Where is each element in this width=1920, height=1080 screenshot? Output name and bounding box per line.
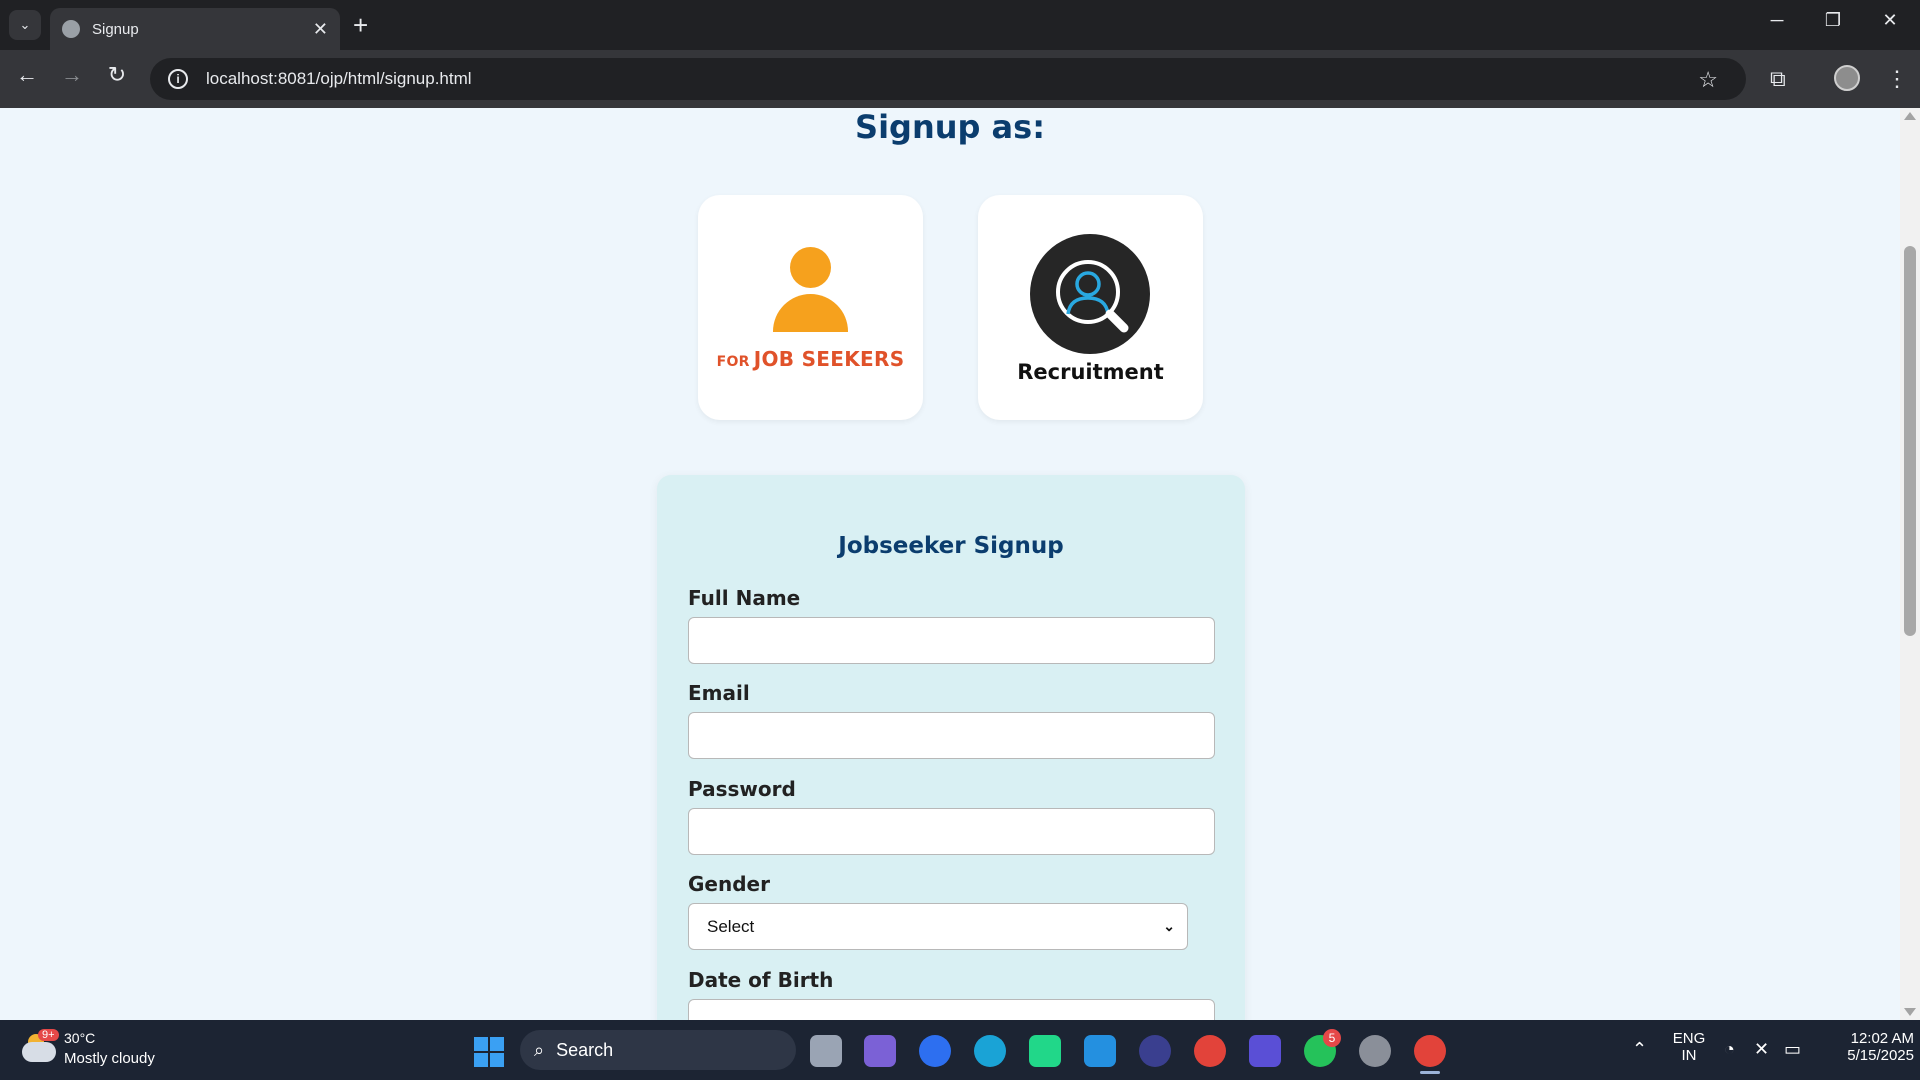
- copilot-icon[interactable]: [864, 1035, 896, 1067]
- search-icon: ⌕: [534, 1039, 545, 1060]
- reload-button[interactable]: ↻: [101, 62, 133, 88]
- chevron-up-icon[interactable]: ⌃: [1632, 1039, 1647, 1060]
- vscode-icon[interactable]: [1084, 1035, 1116, 1067]
- recruitment-role-card[interactable]: Recruitment: [978, 195, 1203, 420]
- jobseeker-role-card[interactable]: FOR JOB SEEKERS: [698, 195, 923, 420]
- close-window-button[interactable]: ✕: [1870, 10, 1910, 31]
- url-text: localhost:8081/ojp/html/signup.html: [206, 69, 472, 88]
- forward-button[interactable]: →: [56, 62, 88, 88]
- wifi-icon[interactable]: ◔: [1724, 1039, 1735, 1060]
- taskbar-search-label: Search: [556, 1039, 614, 1060]
- person-icon-body: [773, 294, 848, 332]
- jobseeker-prefix: FOR: [716, 354, 750, 370]
- active-app-indicator: [1420, 1071, 1440, 1074]
- mute-icon[interactable]: ✕: [1754, 1039, 1769, 1060]
- jobseeker-label: FOR JOB SEEKERS: [698, 347, 923, 371]
- weather-temp: 30°C: [64, 1030, 96, 1046]
- tab-signup[interactable]: Signup ✕: [50, 8, 340, 50]
- weather-badge: 9+: [38, 1029, 59, 1041]
- task-view-icon[interactable]: [810, 1035, 842, 1067]
- battery-icon[interactable]: ▭: [1784, 1039, 1801, 1060]
- gender-label: Gender: [688, 872, 770, 896]
- cloud-icon: [22, 1042, 56, 1062]
- zoom-icon[interactable]: [919, 1035, 951, 1067]
- settings-gear-icon[interactable]: [1359, 1035, 1391, 1067]
- page-scrollbar[interactable]: [1900, 108, 1920, 1020]
- chrome-active-icon[interactable]: [1414, 1035, 1446, 1067]
- jobseeker-label-text: JOB SEEKERS: [753, 347, 905, 371]
- restore-button[interactable]: ❐: [1813, 10, 1853, 31]
- taskbar-search[interactable]: ⌕ Search: [520, 1030, 796, 1070]
- time-text: 12:02 AM: [1850, 1030, 1914, 1047]
- page-viewport: Signup as: FOR JOB SEEKERS Recruitment Jo…: [0, 108, 1900, 1020]
- full-name-label: Full Name: [688, 586, 801, 610]
- weather-condition: Mostly cloudy: [64, 1050, 155, 1067]
- jobseeker-signup-form: Jobseeker Signup Full Name Email Passwor…: [657, 475, 1245, 1020]
- tab-strip: ⌄ Signup ✕ + ─ ❐ ✕: [0, 0, 1920, 50]
- lang-code: ENG: [1672, 1030, 1706, 1047]
- password-label: Password: [688, 777, 796, 801]
- form-title: Jobseeker Signup: [838, 533, 1064, 559]
- gender-select[interactable]: Select ⌄: [688, 903, 1188, 950]
- tab-search-button[interactable]: ⌄: [9, 10, 41, 40]
- dob-input[interactable]: [688, 999, 1215, 1020]
- chevron-down-icon: ⌄: [1163, 918, 1175, 934]
- start-button[interactable]: [474, 1037, 504, 1067]
- email-label: Email: [688, 681, 750, 705]
- language-indicator[interactable]: ENG IN: [1672, 1030, 1706, 1064]
- recruitment-label: Recruitment: [1017, 360, 1164, 384]
- clock[interactable]: 12:02 AM 5/15/2025: [1818, 1030, 1914, 1064]
- extensions-icon[interactable]: ⧉: [1770, 66, 1786, 92]
- scroll-down-arrow-icon[interactable]: [1904, 1008, 1916, 1016]
- new-tab-button[interactable]: +: [353, 10, 368, 40]
- date-text: 5/15/2025: [1847, 1047, 1914, 1064]
- email-input[interactable]: [688, 712, 1215, 759]
- eclipse-icon[interactable]: [1139, 1035, 1171, 1067]
- windows-taskbar: 9+ 30°C Mostly cloudy ⌕ Search ⌃ ENG IN …: [0, 1020, 1920, 1080]
- lang-region: IN: [1681, 1047, 1697, 1064]
- password-input[interactable]: [688, 808, 1215, 855]
- scrollbar-thumb[interactable]: [1904, 246, 1916, 636]
- scroll-up-arrow-icon[interactable]: [1904, 112, 1916, 120]
- pycharm-icon[interactable]: [1029, 1035, 1061, 1067]
- globe-icon: [62, 20, 80, 38]
- gender-selected-value: Select: [707, 916, 755, 936]
- full-name-input[interactable]: [688, 617, 1215, 664]
- minimize-button[interactable]: ─: [1757, 10, 1797, 31]
- dob-label: Date of Birth: [688, 968, 834, 992]
- recruiter-search-icon: [1030, 234, 1150, 354]
- bookmark-star-icon[interactable]: ☆: [1698, 67, 1718, 93]
- back-button[interactable]: ←: [11, 62, 43, 88]
- site-info-icon[interactable]: i: [168, 69, 188, 89]
- chrome-icon[interactable]: [1194, 1035, 1226, 1067]
- page-title: Signup as:: [855, 108, 1045, 146]
- address-bar[interactable]: i localhost:8081/ojp/html/signup.html ☆: [150, 58, 1746, 100]
- edge-icon[interactable]: [974, 1035, 1006, 1067]
- person-icon: [790, 247, 831, 288]
- menu-icon[interactable]: ⋮: [1886, 66, 1908, 92]
- profile-avatar[interactable]: [1834, 65, 1860, 91]
- app-icon[interactable]: [1249, 1035, 1281, 1067]
- browser-toolbar: ← → ↻ i localhost:8081/ojp/html/signup.h…: [0, 50, 1920, 108]
- whatsapp-badge: 5: [1323, 1029, 1341, 1047]
- close-tab-icon[interactable]: ✕: [313, 19, 328, 40]
- tab-title: Signup: [92, 20, 139, 38]
